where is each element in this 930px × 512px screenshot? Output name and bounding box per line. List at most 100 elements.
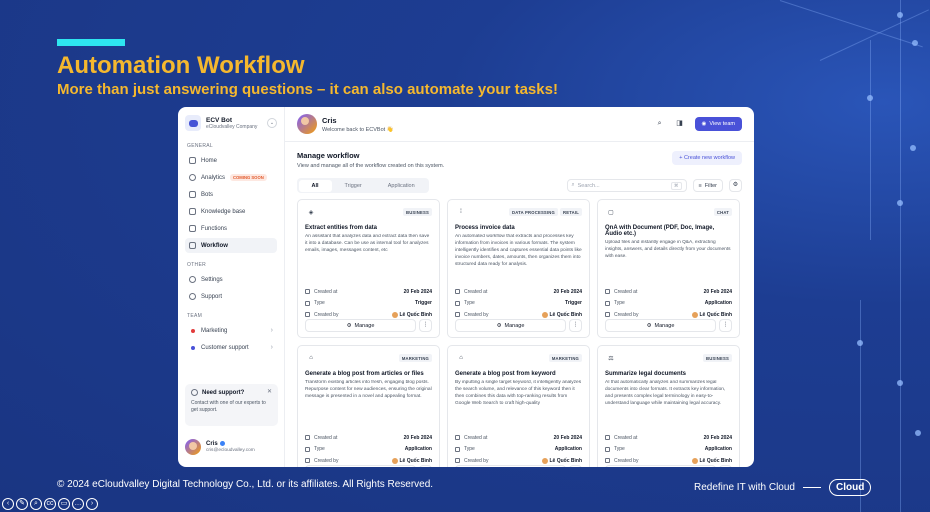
document-icon: ⌂: [459, 355, 463, 361]
sidebar-item-team-customer-support[interactable]: Customer support ›: [185, 340, 277, 355]
more-options-button[interactable]: ⋮: [719, 465, 732, 467]
manage-button[interactable]: ⚙ Manage: [455, 319, 566, 332]
tab-trigger[interactable]: Trigger: [332, 180, 375, 192]
manage-button[interactable]: ⚙ Manage: [305, 465, 416, 467]
view-team-button[interactable]: ◉ View team: [694, 117, 742, 131]
brand-switcher[interactable]: ECV Bot eCloudvalley Company ⌄: [185, 115, 277, 131]
sidebar-item-analytics[interactable]: Analytics COMING SOON: [185, 170, 277, 185]
tab-application[interactable]: Application: [375, 180, 428, 192]
sidebar-item-support[interactable]: Support: [185, 289, 277, 304]
workflow-card[interactable]: ⌂ MARKETING Generate a blog post from ke…: [447, 345, 590, 467]
more-icon[interactable]: …: [72, 498, 84, 510]
calendar-icon: [305, 435, 310, 441]
workflow-meta: Created at 20 Feb 2024 Type Trigger Crea…: [305, 286, 432, 321]
manage-label: Manage: [654, 322, 675, 329]
home-icon: [189, 157, 196, 164]
category-tag: MARKETING: [398, 354, 432, 362]
search-shortcut: ⌘: [671, 181, 682, 190]
manage-button[interactable]: ⚙ Manage: [455, 465, 566, 467]
more-options-button[interactable]: ⋮: [719, 319, 732, 332]
pen-icon[interactable]: ✎: [16, 498, 28, 510]
workflow-card[interactable]: ⌂ MARKETING Generate a blog post from ar…: [297, 345, 440, 467]
tab-all[interactable]: All: [298, 179, 332, 192]
create-workflow-button[interactable]: + Create new workflow: [672, 151, 742, 165]
user-name: Cris: [206, 441, 218, 448]
network-node: [897, 380, 903, 386]
zoom-icon[interactable]: ⌕: [30, 498, 42, 510]
slide-title: Automation Workflow: [57, 52, 305, 79]
captions-icon[interactable]: cc: [44, 498, 56, 510]
meta-label: Type: [314, 446, 325, 453]
sidebar-item-label: Bots: [201, 191, 214, 198]
player-controls: ‹ ✎ ⌕ cc ▭ … ›: [2, 498, 98, 510]
search-input[interactable]: ⌕ Search... ⌘: [566, 179, 687, 192]
sidebar-item-knowledge-base[interactable]: Knowledge base: [185, 204, 277, 219]
meta-label: Created by: [314, 457, 339, 464]
network-node: [910, 145, 916, 151]
workflow-card[interactable]: ⁞ DATA PROCESSING RETAIL Process invoice …: [447, 199, 590, 338]
bell-icon[interactable]: ◨: [675, 119, 685, 129]
avatar: [297, 114, 317, 134]
more-options-button[interactable]: ⋮: [419, 465, 432, 467]
sidebar-item-team-marketing[interactable]: Marketing ›: [185, 323, 277, 338]
sidebar-item-home[interactable]: Home: [185, 153, 277, 168]
manage-button[interactable]: ⚙ Manage: [305, 319, 416, 332]
layers-icon: ◈: [308, 209, 314, 216]
view-settings-button[interactable]: ⚙: [729, 179, 742, 192]
chevron-down-icon[interactable]: ⌄: [267, 118, 277, 128]
created-at-value: 20 Feb 2024: [403, 288, 432, 295]
manage-button[interactable]: ⚙ Manage: [605, 319, 716, 332]
meta-label: Created by: [614, 457, 639, 464]
team-color-dot: [190, 328, 195, 333]
network-node: [915, 430, 921, 436]
sidebar-item-bots[interactable]: Bots: [185, 187, 277, 202]
slide-subtitle: More than just answering questions – it …: [57, 81, 558, 98]
meta-label: Type: [614, 446, 625, 453]
workflow-card[interactable]: ◈ BUSINESS Extract entities from data An…: [297, 199, 440, 338]
manage-button[interactable]: ⚙ Manage: [605, 465, 716, 467]
user-icon: [605, 312, 610, 318]
calendar-icon: [305, 289, 310, 295]
sidebar-item-functions[interactable]: Functions: [185, 221, 277, 236]
main-panel: Cris Welcome back to ECVBot 👋 ⌕ ◨ ◉ View…: [285, 107, 754, 467]
network-line: [900, 0, 901, 512]
workflow-description: Upload files and instantly engage in Q&A…: [605, 240, 731, 259]
user-profile[interactable]: Cris cris@ecloudvalley.com: [185, 439, 278, 455]
settings-icon: ⚙: [496, 322, 502, 329]
headset-icon: [189, 293, 196, 300]
more-options-button[interactable]: ⋮: [419, 319, 432, 332]
monitor-icon[interactable]: ▭: [58, 498, 70, 510]
more-options-button[interactable]: ⋮: [569, 465, 582, 467]
accent-bar: [57, 39, 125, 46]
search-icon[interactable]: ⌕: [655, 119, 665, 129]
more-options-button[interactable]: ⋮: [569, 319, 582, 332]
team-color-dot: [190, 345, 195, 350]
sidebar-item-label: Home: [201, 157, 218, 164]
user-icon: [605, 458, 610, 464]
coming-soon-badge: COMING SOON: [230, 174, 267, 181]
meta-label: Created at: [314, 288, 338, 295]
filter-button[interactable]: ≡ Filter: [692, 179, 723, 192]
created-at-value: 20 Feb 2024: [703, 434, 732, 441]
meta-label: Type: [464, 446, 475, 453]
settings-icon: ⚙: [646, 322, 652, 329]
team-icon: ◉: [701, 121, 707, 127]
meta-label: Created at: [614, 434, 638, 441]
filter-label: Filter: [704, 182, 717, 189]
workflow-card[interactable]: ⚖ BUSINESS Summarize legal documents AI …: [597, 345, 740, 467]
workflow-card[interactable]: ▢ CHAT QnA with Document (PDF, Doc, Imag…: [597, 199, 740, 338]
sidebar-item-workflow[interactable]: Workflow: [185, 238, 277, 253]
meta-label: Created at: [614, 288, 638, 295]
company-logo: Cloud: [828, 479, 872, 496]
workflow-title: Generate a blog post from keyword: [455, 371, 556, 377]
footer-tagline-area: Redefine IT with Cloud Cloud: [694, 479, 872, 496]
back-icon[interactable]: ‹: [2, 498, 14, 510]
workflow-icon: [189, 242, 196, 249]
sidebar-item-settings[interactable]: Settings: [185, 272, 277, 287]
sidebar: ECV Bot eCloudvalley Company ⌄ GENERAL H…: [178, 107, 285, 467]
close-icon[interactable]: ✕: [267, 388, 272, 395]
forward-icon[interactable]: ›: [86, 498, 98, 510]
meta-label: Created by: [614, 311, 639, 318]
section-label-team: TEAM: [187, 313, 203, 319]
workflow-meta: Created at 20 Feb 2024 Type Application …: [455, 432, 582, 467]
